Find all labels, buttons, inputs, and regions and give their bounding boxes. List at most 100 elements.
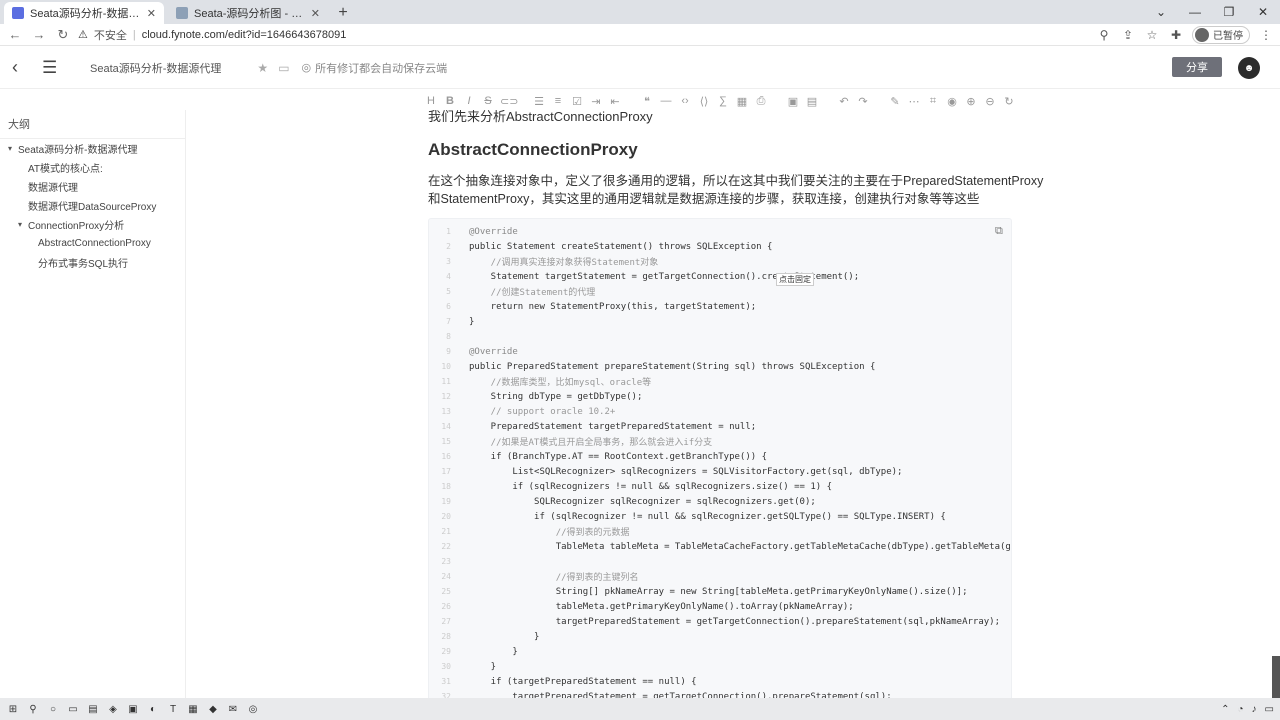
new-tab-button[interactable]: + [332,2,354,24]
code-block-icon[interactable]: ⟨⟩ [697,95,711,108]
quote-icon[interactable]: ❝ [640,95,654,108]
line-number: 7 [446,317,451,326]
task-view-icon[interactable]: ▭ [66,702,80,716]
code-block[interactable]: ⧉ 1 @Override 2 public Statement createStat… [428,218,1012,698]
code-line: 24 //得到表的主键列名 [429,569,1011,584]
code-line: 10 public PreparedStatement prepareStatem… [429,359,1011,374]
close-tab-icon[interactable]: ✕ [147,7,156,20]
app-icon[interactable]: ◎ [246,702,260,716]
code-text: return new StatementProxy(this, targetSt… [469,301,757,312]
refresh-icon[interactable]: ↻ [1002,95,1016,108]
outline-item[interactable]: 数据源代理DataSourceProxy [0,196,185,215]
extensions-icon[interactable]: ✚ [1168,27,1184,43]
divider-icon[interactable]: — [659,95,673,107]
outline-item[interactable]: 分布式事务SQL执行 [0,253,185,272]
zoom-out-icon[interactable]: ⊖ [983,95,997,108]
line-number: 2 [446,242,451,251]
app-icon[interactable]: ▤ [86,702,100,716]
outline-caret-icon[interactable]: ▾ [8,144,18,153]
back-icon[interactable]: ← [6,26,24,44]
folder-icon[interactable]: ▭ [278,61,289,75]
outline-caret-icon[interactable]: ▾ [18,220,28,229]
minimize-icon[interactable]: — [1178,0,1212,24]
code-line: 8 [429,329,1011,344]
code-line: 20 if (sqlRecognizer != null && sqlRecog… [429,509,1011,524]
grid-icon[interactable]: ▤ [805,95,819,108]
forward-icon[interactable]: → [30,26,48,44]
math-icon[interactable]: ∑ [716,95,730,107]
search-icon[interactable]: ⚲ [26,702,40,716]
url-field[interactable]: ⚠ 不安全 | cloud.fynote.com/edit?id=1646643… [78,26,1090,44]
app-icon[interactable]: T [166,702,180,716]
print-icon[interactable]: ⎙ [754,95,768,108]
bullet-list-icon[interactable]: ☰ [532,95,546,108]
heading-icon[interactable]: H [424,95,438,107]
user-avatar[interactable]: ☻ [1238,57,1260,79]
browser-tab-active[interactable]: Seata源码分析-数据源代理 ✕ [4,2,164,24]
app-icon[interactable]: ◆ [206,702,220,716]
notification-icon[interactable]: ▭ [1265,704,1274,715]
code-text: //如果是AT模式且开启全局事务，那么就会进入if分支 [469,438,713,448]
app-icon[interactable]: ▦ [186,702,200,716]
start-icon[interactable]: ⊞ [6,702,20,716]
zoom-in-icon[interactable]: ⊕ [964,95,978,108]
back-arrow-icon[interactable]: ‹ [12,57,30,78]
image-icon[interactable]: ▣ [786,95,800,108]
cortana-icon[interactable]: ○ [46,702,60,716]
outline-item[interactable]: AT模式的核心点: [0,158,185,177]
undo-icon[interactable]: ↶ [837,95,851,108]
network-icon[interactable]: ◔ [1238,704,1244,715]
outdent-icon[interactable]: ⇤ [608,95,622,108]
reload-icon[interactable]: ↻ [54,26,72,44]
outline-item[interactable]: ▾ Seata源码分析-数据源代理 [0,139,185,158]
line-number: 22 [441,542,451,551]
outline-item[interactable]: 数据源代理 [0,177,185,196]
scrollbar[interactable] [1272,656,1280,698]
ordered-list-icon[interactable]: ≡ [551,95,565,107]
close-window-icon[interactable]: ✕ [1246,0,1280,24]
code-text: tableMeta.getPrimaryKeyOnlyName().toArra… [469,601,854,612]
line-number: 3 [446,257,451,266]
star-icon[interactable]: ★ [257,61,268,75]
app-icon[interactable]: ✉ [226,702,240,716]
tab-search-icon[interactable]: ⌄ [1144,0,1178,24]
strikethrough-icon[interactable]: S [481,95,495,107]
bold-icon[interactable]: B [443,95,457,107]
volume-icon[interactable]: ♪ [1252,704,1257,715]
browser-tab-processon[interactable]: Seata-源码分析图 - ProcessOn ✕ [168,2,328,24]
profile-button[interactable]: 已暂停 [1192,25,1250,44]
table-icon[interactable]: ▦ [735,95,749,108]
save-status-text: 所有修订都会自动保存云端 [315,62,448,75]
close-tab-icon[interactable]: ✕ [311,7,320,20]
outline-item-label: 数据源代理DataSourceProxy [28,202,157,213]
zoom-icon[interactable]: ⚲ [1096,27,1112,43]
maximize-icon[interactable]: ❐ [1212,0,1246,24]
more-menu-icon[interactable]: ⋮ [1258,27,1274,43]
app-icon[interactable]: ▣ [126,702,140,716]
redo-icon[interactable]: ↷ [856,95,870,108]
share-button[interactable]: 分享 [1172,57,1222,77]
app-icon[interactable]: ◐ [146,702,160,716]
tray-icon[interactable]: ⌃ [1221,704,1229,715]
app-icon[interactable]: ◈ [106,702,120,716]
outline-item[interactable]: AbstractConnectionProxy [0,234,185,253]
hamburger-menu-icon[interactable]: ☰ [42,58,60,78]
italic-icon[interactable]: I [462,95,476,107]
document-content: 我们先来分析AbstractConnectionProxy AbstractCo… [186,110,1256,698]
line-number: 30 [441,662,451,671]
more-icon[interactable]: ⋯ [907,95,921,108]
code-line: 19 SQLRecognizer sqlRecognizer = sqlReco… [429,494,1011,509]
task-list-icon[interactable]: ☑ [570,95,584,108]
line-number: 6 [446,302,451,311]
target-icon[interactable]: ◉ [945,95,959,108]
outline-item[interactable]: ▾ ConnectionProxy分析 [0,215,185,234]
code-inline-icon[interactable]: ‹› [678,95,692,107]
pen-icon[interactable]: ✎ [888,95,902,108]
code-text: } [469,316,475,327]
indent-icon[interactable]: ⇥ [589,95,603,108]
bookmark-star-icon[interactable]: ☆ [1144,27,1160,43]
link-icon[interactable]: ⊂⊃ [500,95,518,108]
share-page-icon[interactable]: ⇪ [1120,27,1136,43]
format-painter-icon[interactable]: ⌗ [926,95,940,108]
line-number: 14 [441,422,451,431]
